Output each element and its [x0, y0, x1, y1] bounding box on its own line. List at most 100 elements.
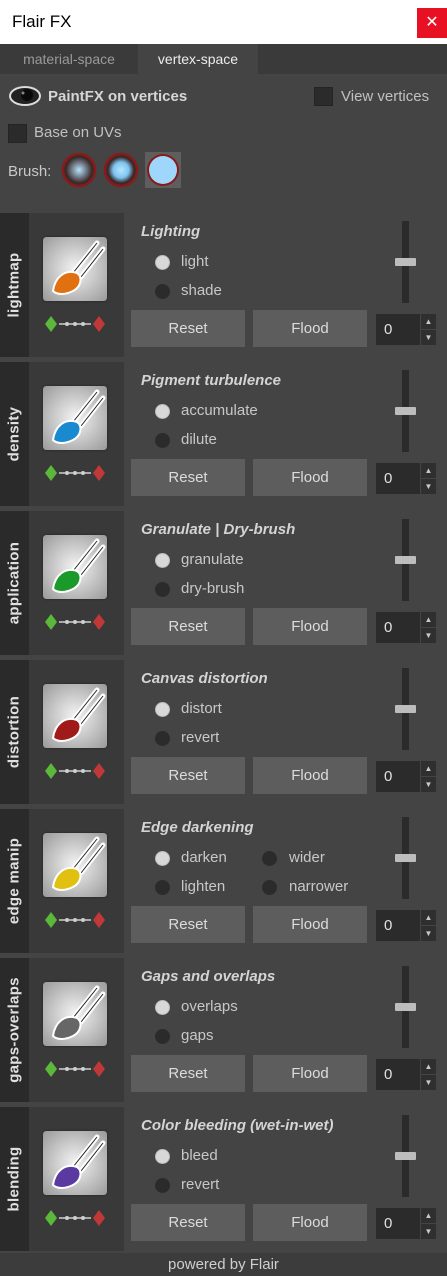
radio-label-narrower: narrower — [289, 878, 349, 895]
value-field[interactable]: 0 — [376, 910, 420, 941]
section-tab-label: gaps-overlaps — [5, 977, 23, 1083]
section-tab[interactable]: lightmap — [0, 213, 29, 357]
section-diamond-row[interactable] — [43, 762, 107, 780]
section-diamond-row[interactable] — [43, 464, 107, 482]
distortion-brush-icon[interactable] — [43, 684, 107, 748]
radio-bleed[interactable] — [155, 1149, 170, 1164]
spin-up-button[interactable]: ▲ — [421, 1059, 436, 1074]
radio-revert[interactable] — [155, 731, 170, 746]
lightmap-brush-icon[interactable] — [43, 237, 107, 301]
flood-button[interactable]: Flood — [253, 757, 367, 794]
section-icon-panel — [29, 511, 124, 655]
reset-button[interactable]: Reset — [131, 608, 245, 645]
section-tab[interactable]: distortion — [0, 660, 29, 804]
radio-granulate[interactable] — [155, 553, 170, 568]
section-tab[interactable]: density — [0, 362, 29, 506]
density-brush-icon[interactable] — [43, 386, 107, 450]
title-bar: Flair FX ✕ — [0, 0, 447, 44]
section-tab[interactable]: blending — [0, 1107, 29, 1251]
tab-vertex-space[interactable]: vertex-space — [138, 44, 258, 74]
radio-gaps[interactable] — [155, 1029, 170, 1044]
flood-button[interactable]: Flood — [253, 1204, 367, 1241]
spin-up-button[interactable]: ▲ — [421, 314, 436, 329]
radio-narrower[interactable] — [262, 880, 277, 895]
intensity-slider-handle[interactable] — [395, 854, 416, 862]
close-button[interactable]: ✕ — [417, 8, 447, 38]
spin-up-button[interactable]: ▲ — [421, 910, 436, 925]
spin-up-button[interactable]: ▲ — [421, 612, 436, 627]
edge-manip-brush-icon[interactable] — [43, 833, 107, 897]
spin-down-button[interactable]: ▼ — [421, 926, 436, 941]
reset-button[interactable]: Reset — [131, 459, 245, 496]
window-title: Flair FX — [12, 12, 72, 31]
spin-down-button[interactable]: ▼ — [421, 1224, 436, 1239]
gaps-overlaps-brush-icon[interactable] — [43, 982, 107, 1046]
flood-button[interactable]: Flood — [253, 906, 367, 943]
intensity-slider-handle[interactable] — [395, 556, 416, 564]
radio-wider[interactable] — [262, 851, 277, 866]
brush-hard-button[interactable] — [145, 152, 181, 188]
spin-up-button[interactable]: ▲ — [421, 463, 436, 478]
spin-down-button[interactable]: ▼ — [421, 777, 436, 792]
value-field[interactable]: 0 — [376, 1059, 420, 1090]
section-tab[interactable]: gaps-overlaps — [0, 958, 29, 1102]
spin-down-button[interactable]: ▼ — [421, 479, 436, 494]
reset-button[interactable]: Reset — [131, 1204, 245, 1241]
section-diamond-row[interactable] — [43, 911, 107, 929]
spin-down-button[interactable]: ▼ — [421, 1075, 436, 1090]
application-brush-icon[interactable] — [43, 535, 107, 599]
radio-light[interactable] — [155, 255, 170, 270]
section-tab[interactable]: edge manip — [0, 809, 29, 953]
value-field[interactable]: 0 — [376, 463, 420, 494]
spin-down-button[interactable]: ▼ — [421, 330, 436, 345]
radio-dry-brush[interactable] — [155, 582, 170, 597]
radio-dilute[interactable] — [155, 433, 170, 448]
section-diamond-row[interactable] — [43, 1209, 107, 1227]
section-distortion: distortion Canvas distortion distort rev… — [0, 660, 447, 804]
flood-button[interactable]: Flood — [253, 1055, 367, 1092]
tab-material-space[interactable]: material-space — [0, 44, 138, 74]
spin-up-button[interactable]: ▲ — [421, 761, 436, 776]
intensity-slider-handle[interactable] — [395, 258, 416, 266]
reset-button[interactable]: Reset — [131, 1055, 245, 1092]
tab-bar: material-space vertex-space — [0, 44, 447, 74]
reset-button[interactable]: Reset — [131, 906, 245, 943]
section-icon-panel — [29, 213, 124, 357]
section-diamond-row[interactable] — [43, 1060, 107, 1078]
radio-shade[interactable] — [155, 284, 170, 299]
reset-button[interactable]: Reset — [131, 757, 245, 794]
value-field[interactable]: 0 — [376, 761, 420, 792]
section-density: density Pigment turbulence accumulate di… — [0, 362, 447, 506]
radio-label-revert: revert — [181, 729, 220, 746]
eye-icon[interactable] — [8, 84, 42, 108]
radio-darken[interactable] — [155, 851, 170, 866]
section-tab[interactable]: application — [0, 511, 29, 655]
section-diamond-row[interactable] — [43, 315, 107, 333]
radio-lighten[interactable] — [155, 880, 170, 895]
intensity-slider-handle[interactable] — [395, 705, 416, 713]
base-on-uvs-checkbox[interactable] — [8, 124, 27, 143]
intensity-slider-handle[interactable] — [395, 407, 416, 415]
intensity-slider-handle[interactable] — [395, 1152, 416, 1160]
flood-button[interactable]: Flood — [253, 310, 367, 347]
spin-up-button[interactable]: ▲ — [421, 1208, 436, 1223]
section-diamond-row[interactable] — [43, 613, 107, 631]
view-vertices-checkbox[interactable] — [314, 87, 333, 106]
value-field[interactable]: 0 — [376, 314, 420, 345]
value-field[interactable]: 0 — [376, 1208, 420, 1239]
brush-soft-button[interactable] — [61, 152, 97, 188]
spin-down-button[interactable]: ▼ — [421, 628, 436, 643]
radio-label-shade: shade — [181, 282, 222, 299]
reset-button[interactable]: Reset — [131, 310, 245, 347]
intensity-slider-handle[interactable] — [395, 1003, 416, 1011]
value-field[interactable]: 0 — [376, 612, 420, 643]
radio-accumulate[interactable] — [155, 404, 170, 419]
radio-label-accumulate: accumulate — [181, 402, 258, 419]
radio-revert[interactable] — [155, 1178, 170, 1193]
blending-brush-icon[interactable] — [43, 1131, 107, 1195]
radio-overlaps[interactable] — [155, 1000, 170, 1015]
brush-medium-button[interactable] — [103, 152, 139, 188]
radio-distort[interactable] — [155, 702, 170, 717]
flood-button[interactable]: Flood — [253, 608, 367, 645]
flood-button[interactable]: Flood — [253, 459, 367, 496]
